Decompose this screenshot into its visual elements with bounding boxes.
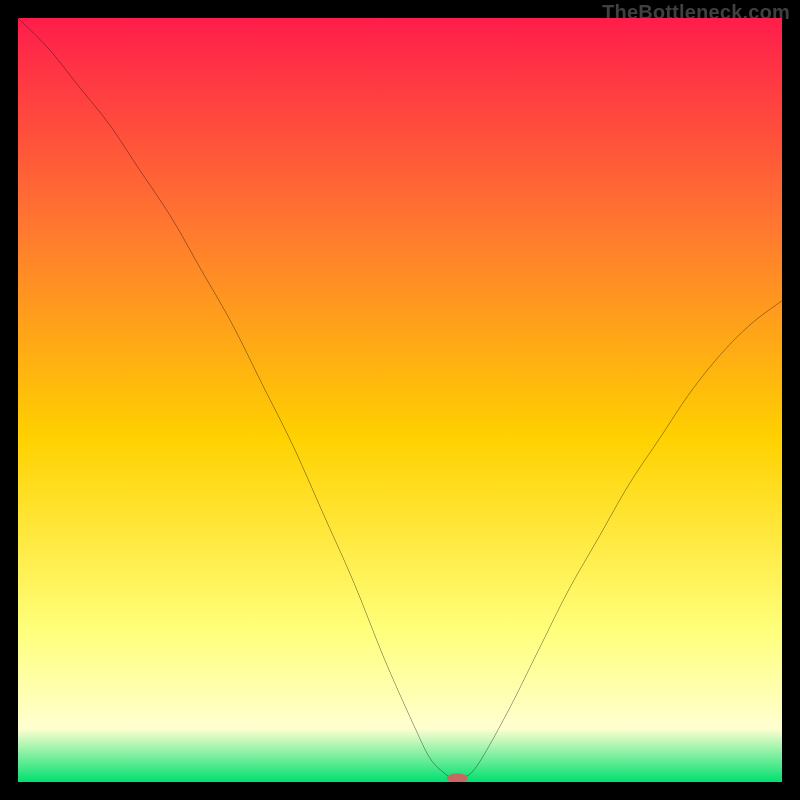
gradient-background (18, 18, 782, 782)
plot-area (18, 18, 782, 782)
chart-frame: TheBottleneck.com (0, 0, 800, 800)
chart-svg (18, 18, 782, 782)
